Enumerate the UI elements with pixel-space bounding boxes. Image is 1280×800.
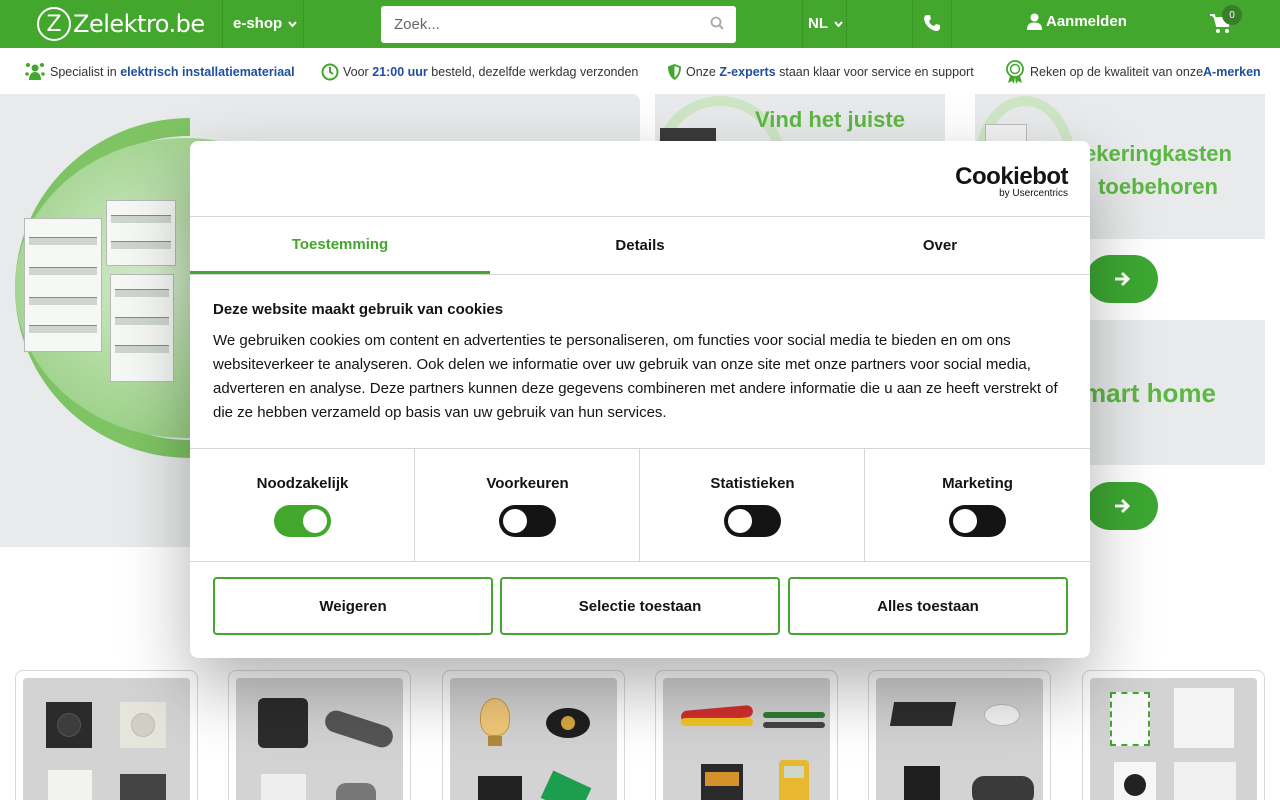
toggle-preferences: Voorkeuren <box>415 449 640 561</box>
deny-button[interactable]: Weigeren <box>213 577 493 635</box>
toggle-necessary: Noodzakelijk <box>190 449 415 561</box>
statistics-toggle-switch[interactable] <box>724 505 781 537</box>
divider <box>190 561 1090 562</box>
allow-selection-button[interactable]: Selectie toestaan <box>500 577 780 635</box>
toggle-label: Voorkeuren <box>486 475 569 492</box>
cookiebot-logo: Cookiebot by Usercentrics <box>955 163 1068 199</box>
cookie-description: We gebruiken cookies om content en adver… <box>213 332 1058 421</box>
preferences-toggle-switch[interactable] <box>499 505 556 537</box>
marketing-toggle-switch[interactable] <box>949 505 1006 537</box>
divider <box>190 274 1090 275</box>
toggle-marketing: Marketing <box>865 449 1090 561</box>
tab-details[interactable]: Details <box>490 217 790 274</box>
toggle-label: Statistieken <box>710 475 795 492</box>
toggle-knob <box>728 509 752 533</box>
toggle-knob <box>953 509 977 533</box>
toggle-label: Noodzakelijk <box>256 475 349 492</box>
allow-all-button[interactable]: Alles toestaan <box>788 577 1068 635</box>
cookie-heading: Deze website maakt gebruik van cookies <box>213 301 504 318</box>
toggle-knob <box>503 509 527 533</box>
toggle-label: Marketing <box>942 475 1013 492</box>
necessary-toggle-switch[interactable] <box>274 505 331 537</box>
toggle-knob <box>303 509 327 533</box>
cookie-consent-dialog: Cookiebot by Usercentrics Toestemming De… <box>190 141 1090 658</box>
tab-consent[interactable]: Toestemming <box>190 217 490 274</box>
cookiebot-brand: Cookiebot <box>955 163 1068 190</box>
toggle-statistics: Statistieken <box>640 449 865 561</box>
tab-about[interactable]: Over <box>790 217 1090 274</box>
